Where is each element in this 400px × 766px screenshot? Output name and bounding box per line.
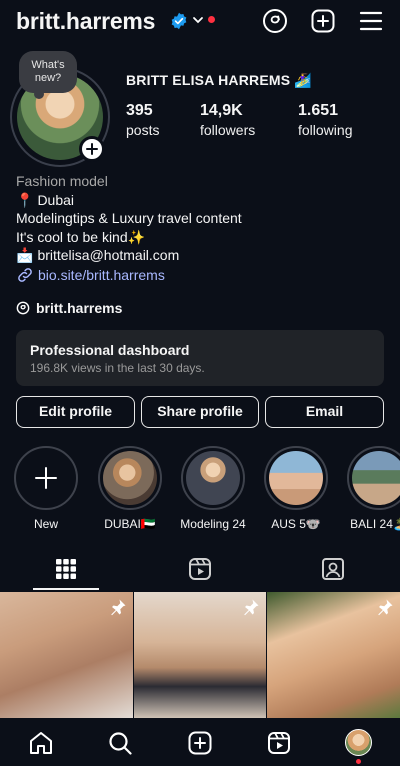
dashboard-title: Professional dashboard: [30, 342, 190, 358]
highlight-cover: [352, 451, 400, 505]
stat-posts[interactable]: 395 posts: [126, 102, 159, 138]
profile-avatar[interactable]: [345, 729, 372, 756]
verified-badge-icon: [171, 12, 187, 30]
bio-line: It's cool to be kind✨: [16, 228, 146, 245]
threads-icon[interactable]: [262, 8, 288, 34]
bio-link-row[interactable]: bio.site/britt.harrems: [16, 266, 386, 285]
bio-location-row: 📍 Dubai: [16, 191, 386, 210]
envelope-icon: 📩: [16, 247, 34, 263]
notification-dot: [208, 16, 215, 23]
highlight-aus[interactable]: AUS 5🐨: [263, 446, 329, 531]
highlight-label: DUBAI🇦🇪: [104, 517, 156, 531]
share-profile-button[interactable]: Share profile: [141, 396, 259, 428]
post-thumbnail[interactable]: [267, 592, 400, 718]
highlight-dubai[interactable]: DUBAI🇦🇪: [97, 446, 163, 531]
stat-label: following: [298, 122, 353, 138]
threads-icon: [16, 301, 30, 315]
chevron-down-icon[interactable]: [192, 14, 204, 26]
pin-icon: [111, 599, 126, 616]
bio-category: Fashion model: [16, 173, 108, 189]
top-bar: britt.harrems: [0, 0, 400, 44]
email-button[interactable]: Email: [265, 396, 384, 428]
stat-label: followers: [200, 122, 256, 138]
profile-full-name: BRITT ELISA HARREMS 🏄‍♀️: [126, 72, 313, 88]
tagged-icon[interactable]: [320, 556, 346, 582]
profile-username[interactable]: britt.harrems: [16, 8, 155, 35]
stat-value: 395: [126, 102, 153, 119]
stat-following[interactable]: 1.651 following: [298, 102, 352, 138]
plus-icon: [35, 467, 57, 489]
pin-icon: 📍: [16, 191, 34, 208]
stat-value: 1.651: [298, 102, 339, 119]
highlight-ring: [264, 446, 328, 510]
highlight-ring: [347, 446, 400, 510]
pin-icon: [244, 599, 259, 616]
dashboard-subtitle: 196.8K views in the last 30 days.: [30, 361, 205, 375]
highlight-label: New: [33, 517, 58, 531]
highlight-ring: [181, 446, 245, 510]
highlight-cover: [269, 451, 323, 505]
profile-bio: Fashion model 📍 Dubai Modelingtips & Lux…: [16, 172, 386, 284]
reels-icon[interactable]: [266, 730, 292, 756]
bottom-nav: [0, 718, 400, 766]
plus-icon: [86, 143, 98, 155]
highlight-label: AUS 5🐨: [271, 517, 321, 531]
add-story-button[interactable]: [79, 136, 105, 162]
threads-badge[interactable]: britt.harrems: [16, 300, 122, 316]
highlight-modeling-24[interactable]: Modeling 24: [180, 446, 246, 531]
highlight-ring: [14, 446, 78, 510]
grid-icon[interactable]: [53, 556, 79, 582]
stat-label: posts: [126, 122, 160, 138]
home-icon[interactable]: [28, 730, 54, 756]
bio-location: Dubai: [37, 191, 75, 208]
active-tab-indicator: [33, 588, 99, 590]
highlight-ring: [98, 446, 162, 510]
stat-followers[interactable]: 14,9K followers: [200, 102, 255, 138]
highlight-cover: [103, 451, 157, 505]
stat-value: 14,9K: [200, 102, 243, 119]
post-thumbnail[interactable]: [134, 592, 266, 718]
edit-profile-button[interactable]: Edit profile: [16, 396, 135, 428]
search-icon[interactable]: [107, 730, 133, 756]
notification-dot: [356, 759, 361, 764]
highlight-new[interactable]: New: [13, 446, 79, 531]
bio-link[interactable]: bio.site/britt.harrems: [38, 266, 165, 285]
highlight-label: BALI 24🏝️: [350, 517, 400, 531]
highlight-label: Modeling 24: [180, 517, 246, 531]
highlight-cover: [186, 451, 240, 505]
bio-email-row: 📩 brittelisa@hotmail.com: [16, 246, 386, 265]
bio-line: Modelingtips & Luxury travel content: [16, 210, 242, 226]
highlight-bali[interactable]: BALI 24🏝️: [346, 446, 400, 531]
create-icon[interactable]: [187, 730, 213, 756]
professional-dashboard[interactable]: Professional dashboard 196.8K views in t…: [16, 330, 384, 386]
bio-email[interactable]: brittelisa@hotmail.com: [37, 246, 179, 265]
new-post-icon[interactable]: [310, 8, 336, 34]
pin-icon: [378, 599, 393, 616]
link-icon: [18, 267, 32, 282]
reels-icon[interactable]: [187, 556, 213, 582]
post-thumbnail[interactable]: [0, 592, 133, 718]
menu-icon[interactable]: [358, 8, 384, 34]
threads-handle-label: britt.harrems: [36, 300, 123, 316]
notes-bubble[interactable]: What's new?: [19, 51, 77, 99]
